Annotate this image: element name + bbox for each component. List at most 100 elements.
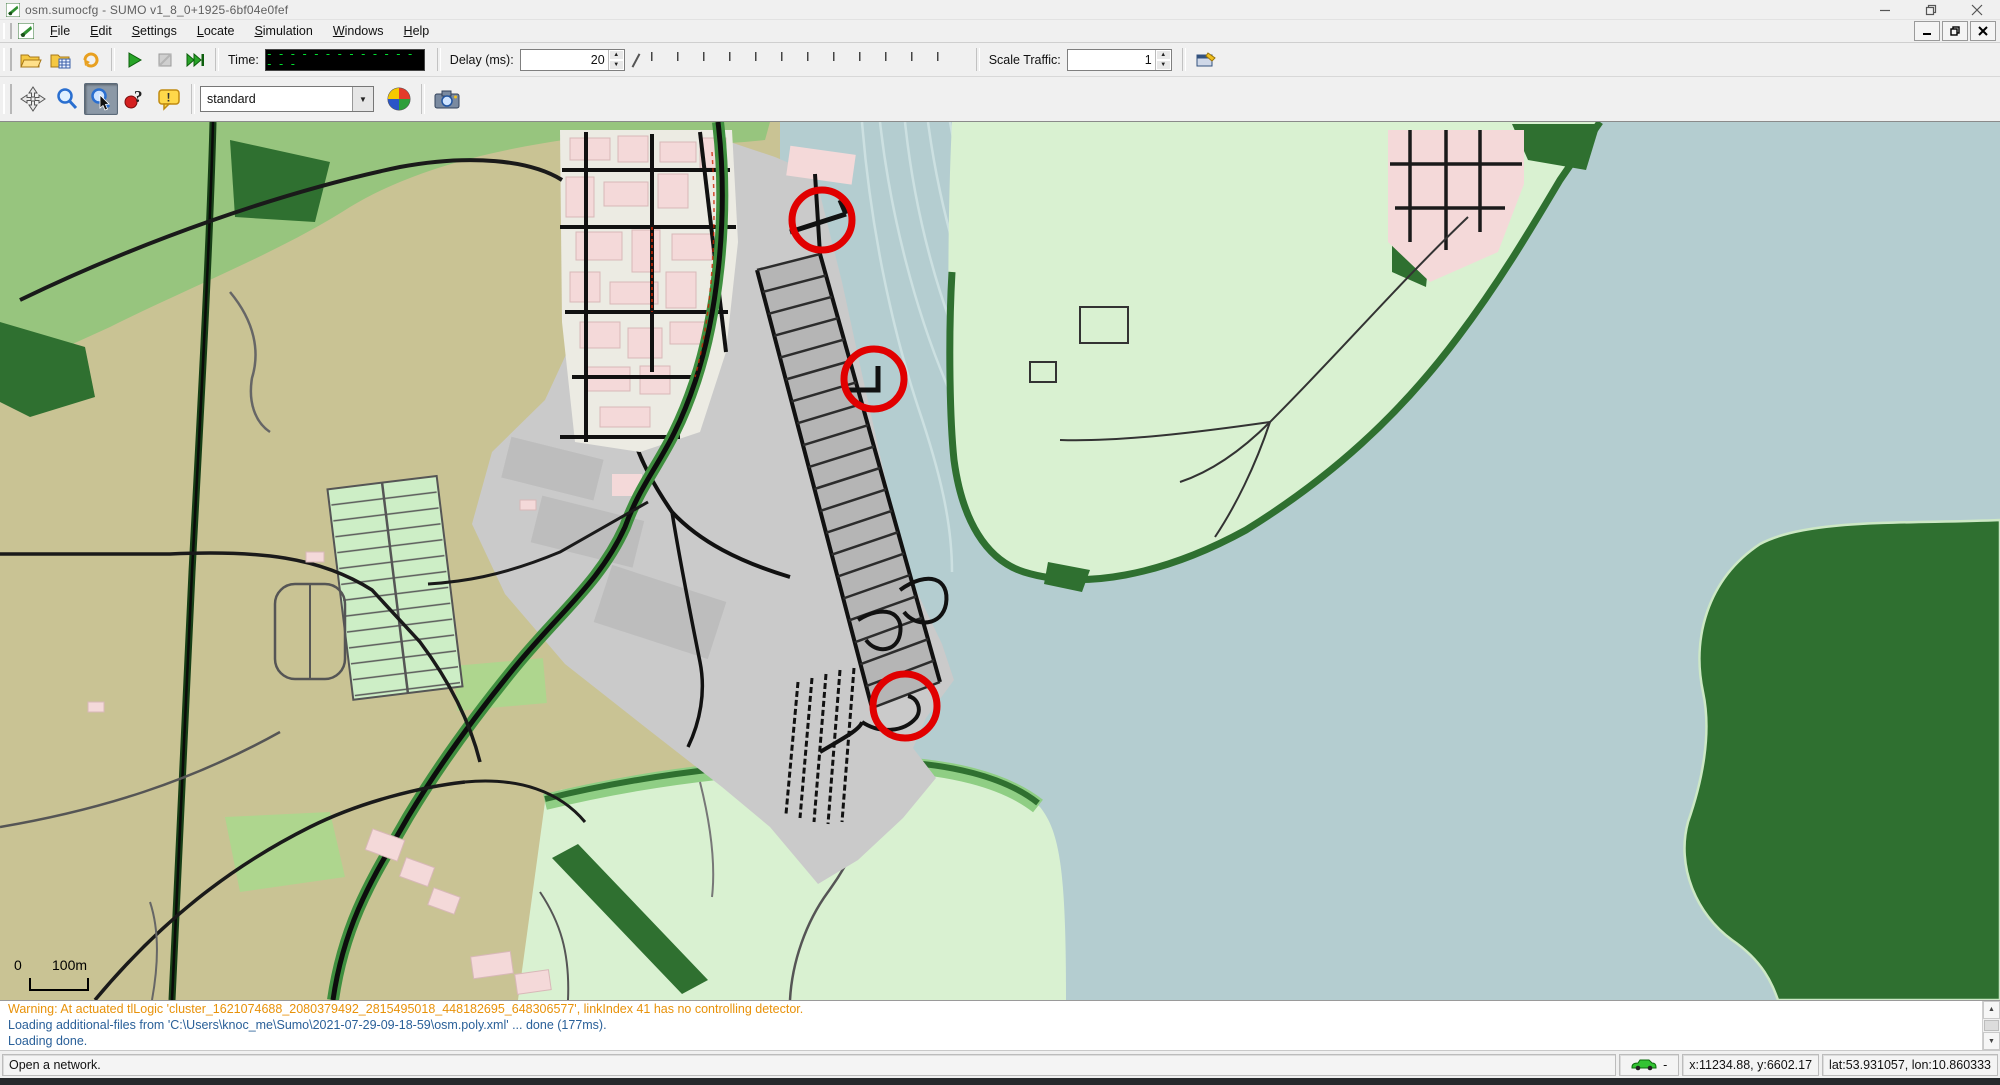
reload-icon <box>81 50 101 70</box>
recenter-view-icon <box>20 86 46 112</box>
menu-windows[interactable]: Windows <box>323 21 394 41</box>
zoom-button[interactable] <box>50 83 84 115</box>
step-button[interactable] <box>180 46 210 74</box>
play-button[interactable] <box>120 46 150 74</box>
separator <box>437 48 441 71</box>
title-bar: osm.sumocfg - SUMO v1_8_0+1925-6bf04e0fe… <box>0 0 2000 20</box>
toolbar-grip[interactable] <box>3 84 12 115</box>
message-window[interactable]: Warning: At actuated tlLogic 'cluster_16… <box>0 1000 2000 1050</box>
color-scheme-combo[interactable]: standard ▼ <box>200 86 374 112</box>
zoom-cursor-button[interactable] <box>84 83 118 115</box>
minimize-icon[interactable] <box>1862 0 1908 19</box>
step-icon <box>185 51 205 69</box>
svg-text:100m: 100m <box>52 957 87 973</box>
recenter-view-button[interactable] <box>16 83 50 115</box>
separator <box>421 84 425 115</box>
message-scrollbar[interactable]: ▲ ▼ <box>1982 1001 2000 1050</box>
menu-edit[interactable]: Edit <box>80 21 122 41</box>
spin-up-icon[interactable]: ▲ <box>609 50 624 60</box>
view-toolbar: ? ! standard ▼ <box>0 77 2000 122</box>
status-message: Open a network. <box>2 1054 1616 1076</box>
sumo-app-icon <box>6 3 20 17</box>
cursor-xy: x:11234.88, y:6602.17 <box>1682 1054 1819 1076</box>
mdi-close-icon[interactable] <box>1970 21 1996 41</box>
tooltip-icon: ! <box>157 87 181 111</box>
sumo-window: osm.sumocfg - SUMO v1_8_0+1925-6bf04e0fe… <box>0 0 2000 1085</box>
delay-slider[interactable] <box>633 48 963 72</box>
delay-spinner[interactable]: 20 ▲▼ <box>520 49 625 71</box>
message-line: Warning: At actuated tlLogic 'cluster_16… <box>0 1001 2000 1017</box>
taskbar-edge <box>0 1078 2000 1085</box>
color-wheel-button[interactable] <box>382 83 416 115</box>
separator <box>111 48 115 71</box>
mdi-minimize-icon[interactable] <box>1914 21 1940 41</box>
stop-icon <box>157 52 173 68</box>
slider-ticks <box>651 52 959 61</box>
camera-button[interactable] <box>430 83 464 115</box>
status-bar: Open a network. - x:11234.88, y:6602.17 … <box>0 1050 2000 1078</box>
menu-file[interactable]: File <box>40 21 80 41</box>
time-display: ---------------- <box>265 49 425 71</box>
separator <box>191 84 195 115</box>
toolbar-grip[interactable] <box>3 48 12 71</box>
scale-traffic-label: Scale Traffic: <box>989 53 1061 67</box>
reload-button[interactable] <box>76 46 106 74</box>
separator <box>976 48 980 71</box>
restore-icon[interactable] <box>1908 0 1954 19</box>
locate-junction-icon: ? <box>123 87 147 111</box>
geo-indicator[interactable]: - <box>1619 1054 1679 1076</box>
menu-settings[interactable]: Settings <box>122 21 187 41</box>
play-icon <box>126 51 144 69</box>
car-icon <box>1631 1058 1657 1071</box>
window-title: osm.sumocfg - SUMO v1_8_0+1925-6bf04e0fe… <box>25 3 288 17</box>
open-network-icon <box>50 51 72 69</box>
cursor-latlon: lat:53.931057, lon:10.860333 <box>1822 1054 1998 1076</box>
menu-bar: File Edit Settings Locate Simulation Win… <box>0 20 2000 43</box>
spin-up-icon[interactable]: ▲ <box>1156 50 1171 60</box>
slider-thumb[interactable] <box>631 53 640 67</box>
spin-down-icon[interactable]: ▼ <box>1156 60 1171 70</box>
color-wheel-icon <box>386 86 412 112</box>
stop-button[interactable] <box>150 46 180 74</box>
time-label: Time: <box>228 53 259 67</box>
zoom-icon <box>55 87 79 111</box>
spin-down-icon[interactable]: ▼ <box>609 60 624 70</box>
document-icon <box>18 23 34 39</box>
scale-traffic-value[interactable]: 1 <box>1068 50 1155 70</box>
color-scheme-value: standard <box>201 92 352 106</box>
message-line: Loading done. <box>0 1033 2000 1049</box>
delay-value[interactable]: 20 <box>521 50 608 70</box>
network-view[interactable]: 0 100m <box>0 122 2000 1000</box>
separator <box>215 48 219 71</box>
open-config-button[interactable] <box>16 46 46 74</box>
mdi-restore-icon[interactable] <box>1942 21 1968 41</box>
open-config-icon <box>20 51 42 69</box>
svg-text:0: 0 <box>14 957 22 973</box>
forest-island <box>1685 520 2000 1000</box>
delay-label: Delay (ms): <box>450 53 514 67</box>
toolbar-grip[interactable] <box>3 23 12 38</box>
tooltip-button[interactable]: ! <box>152 83 186 115</box>
locate-junction-button[interactable]: ? <box>118 83 152 115</box>
geo-dash: - <box>1663 1058 1667 1072</box>
svg-text:!: ! <box>167 91 171 105</box>
separator <box>1182 48 1186 71</box>
simulation-toolbar: Time: ---------------- Delay (ms): 20 ▲▼… <box>0 43 2000 77</box>
svg-text:?: ? <box>134 87 143 106</box>
network-canvas[interactable]: 0 100m <box>0 122 2000 1000</box>
scroll-down-icon[interactable]: ▼ <box>1983 1032 2000 1050</box>
scroll-up-icon[interactable]: ▲ <box>1983 1001 2000 1019</box>
scrollbar-thumb[interactable] <box>1984 1020 1999 1032</box>
menu-simulation[interactable]: Simulation <box>244 21 322 41</box>
close-icon[interactable] <box>1954 0 2000 19</box>
breakpoint-panel-icon <box>1196 52 1216 68</box>
zoom-cursor-icon <box>89 87 113 111</box>
camera-icon <box>434 88 460 110</box>
message-line: Loading additional-files from 'C:\Users\… <box>0 1017 2000 1033</box>
chevron-down-icon[interactable]: ▼ <box>352 87 373 111</box>
menu-locate[interactable]: Locate <box>187 21 245 41</box>
menu-help[interactable]: Help <box>394 21 440 41</box>
scale-traffic-spinner[interactable]: 1 ▲▼ <box>1067 49 1172 71</box>
open-network-button[interactable] <box>46 46 76 74</box>
breakpoint-panel-button[interactable] <box>1191 46 1221 74</box>
